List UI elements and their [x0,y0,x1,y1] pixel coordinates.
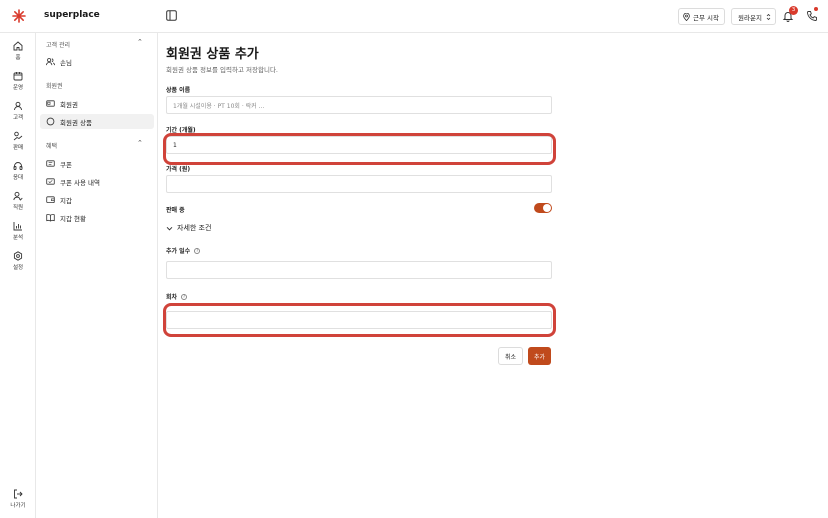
book-icon [46,214,55,222]
section-title-benefits[interactable]: 혜택 [46,141,57,150]
details-toggle[interactable]: 자세한 조건 [166,223,211,233]
work-start-label: 근무 시작 [693,13,719,22]
sidebar-item-wallet-status[interactable]: 지갑 현황 [40,210,154,225]
sidebar-item-label: 지갑 현황 [60,214,86,223]
calendar-icon [13,72,23,81]
page-subtitle: 회원권 상품 정보를 입력하고 저장합니다. [166,66,278,74]
user-icon [14,101,22,111]
store-select[interactable]: 원라운지 [731,8,776,25]
coupon-history-icon [46,178,55,185]
phone-status-dot [814,7,818,11]
exit-icon [14,489,23,499]
rail-item-sales[interactable]: 판매 [0,131,36,151]
sidebar-item-membership[interactable]: 회원권 [40,96,154,111]
rail-item-analytics[interactable]: 분석 [0,221,36,241]
rail-item-support[interactable]: 응대 [0,161,36,181]
chevron-down-icon [166,226,173,231]
rail-item-staff[interactable]: 직원 [0,191,36,211]
sidebar-item-label: 쿠폰 사용 내역 [60,178,101,187]
rail-item-exit[interactable]: 나가기 [0,489,36,509]
secondary-sidebar: 고객 관리 ⌃ 손님 회원권 회원권 회원권 상품 혜택 ⌃ 쿠폰 쿠폰 사용 … [36,33,158,518]
people-icon [46,58,55,66]
rail-item-home[interactable]: 홈 [0,41,36,61]
main-content: 회원권 상품 추가 회원권 상품 정보를 입력하고 저장합니다. 상품 이름 1… [158,33,828,518]
home-icon [13,41,23,51]
extra-days-label-text: 추가 일수 [166,248,191,255]
rail-label-customers: 고객 [12,115,24,121]
chevron-updown-icon [766,13,771,20]
on-sale-label: 판매 중 [166,207,185,214]
chevron-up-icon[interactable]: ⌃ [137,38,143,46]
cancel-button[interactable]: 취소 [498,347,523,365]
notification-badge: 3 [789,6,798,15]
add-button[interactable]: 추가 [528,347,551,365]
sessions-label-text: 회차 [166,294,178,301]
product-name-input[interactable]: 1개월 시설이용 · PT 10회 · 락커 ... [166,96,552,114]
rail-item-operations[interactable]: 운영 [0,71,36,91]
work-start-button[interactable]: 근무 시작 [678,8,725,25]
top-bar: superplace 근무 시작 원라운지 3 [0,0,828,33]
headset-icon [13,162,23,170]
sessions-label: 회차 ? [166,292,188,301]
extra-days-input[interactable] [166,261,552,279]
details-toggle-label: 자세한 조건 [177,224,212,232]
rail-label-staff: 직원 [12,205,24,211]
sidebar-item-wallet[interactable]: 지갑 [40,192,154,207]
rail-label-exit: 나가기 [10,503,26,509]
sales-icon [13,131,23,141]
sidebar-item-label: 지갑 [60,196,72,205]
card-icon [46,100,55,107]
extra-days-label: 추가 일수 ? [166,246,201,255]
price-input[interactable] [166,175,552,193]
circle-icon [46,117,55,126]
highlight-period-field [163,133,556,165]
product-name-label: 상품 이름 [166,87,191,94]
section-title-customer-management[interactable]: 고객 관리 [46,40,70,49]
rail-label-operations: 운영 [12,85,24,91]
rail-label-sales: 판매 [12,145,24,151]
chevron-up-icon[interactable]: ⌃ [137,139,143,147]
sidebar-item-label: 쿠폰 [60,160,72,169]
chart-icon [13,222,22,231]
help-icon[interactable]: ? [194,247,201,254]
sidebar-item-guests[interactable]: 손님 [40,54,154,69]
logo-icon[interactable] [12,9,26,23]
icon-rail: 홈 운영 고객 판매 응대 직원 분석 설정 나가기 [0,33,36,518]
rail-item-settings[interactable]: 설정 [0,251,36,271]
rail-label-home: 홈 [15,55,21,61]
rail-label-support: 응대 [12,175,24,181]
sidebar-item-coupon-history[interactable]: 쿠폰 사용 내역 [40,174,154,189]
highlight-sessions-field [163,303,556,337]
sidebar-item-label: 손님 [60,58,72,67]
sidebar-toggle-icon[interactable] [166,10,177,21]
sidebar-item-membership-products[interactable]: 회원권 상품 [40,114,154,129]
section-title-membership: 회원권 [46,83,63,90]
rail-label-settings: 설정 [12,265,24,271]
sidebar-item-label: 회원권 상품 [60,118,92,127]
on-sale-toggle[interactable] [534,203,552,213]
rail-label-analytics: 분석 [12,235,24,241]
wallet-icon [46,196,55,204]
staff-icon [13,191,23,201]
sidebar-item-label: 회원권 [60,100,78,109]
page-title: 회원권 상품 추가 [166,47,259,62]
gear-icon [13,251,23,261]
phone-icon[interactable] [806,10,818,22]
location-pin-icon [683,12,690,21]
store-label: 원라운지 [738,13,762,22]
rail-item-customers[interactable]: 고객 [0,101,36,121]
sidebar-item-coupons[interactable]: 쿠폰 [40,156,154,171]
help-icon[interactable]: ? [181,293,188,300]
toggle-knob [543,204,551,212]
price-label: 가격 (원) [166,166,191,173]
brand-name[interactable]: superplace [44,10,100,20]
coupon-icon [46,160,55,167]
